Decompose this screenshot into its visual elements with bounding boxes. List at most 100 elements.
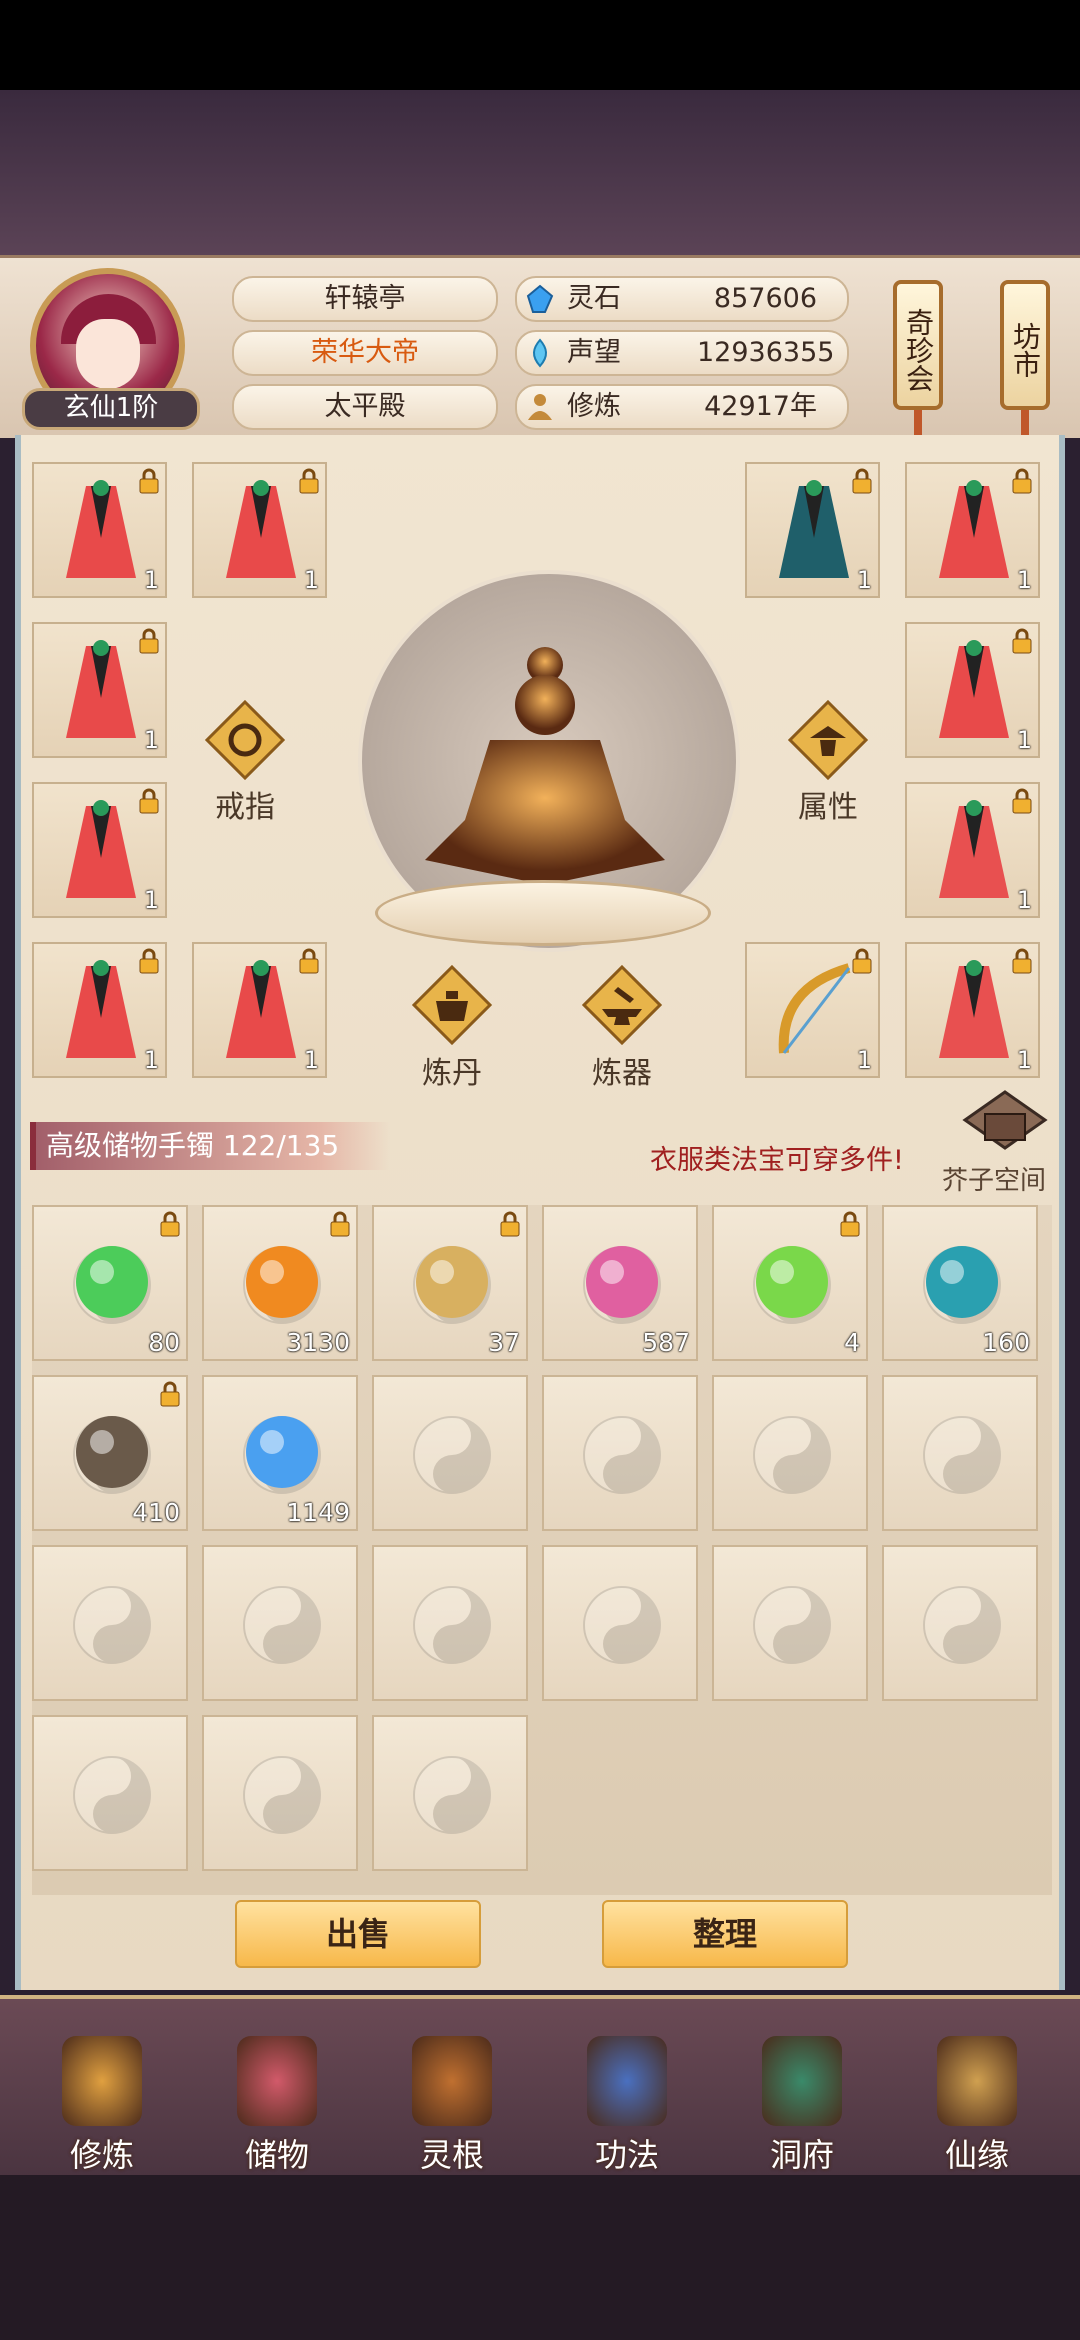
attribute-icon[interactable]: [788, 700, 868, 780]
item-count: 1: [143, 1046, 159, 1074]
equipment-slot[interactable]: 1: [32, 462, 167, 598]
nav-cave[interactable]: 洞府: [742, 2030, 862, 2174]
nav-spirit-root[interactable]: 灵根: [392, 2030, 512, 2174]
bag-empty-slot[interactable]: [542, 1545, 698, 1701]
yin-yang-icon: [753, 1586, 831, 1664]
bag-item[interactable]: 1149: [202, 1375, 358, 1531]
item-count: 1149: [286, 1498, 350, 1527]
equipment-slot[interactable]: 1: [192, 462, 327, 598]
treasure-fair-button[interactable]: 奇珍会: [893, 280, 943, 410]
bag-empty-slot[interactable]: [372, 1375, 528, 1531]
bag-empty-slot[interactable]: [372, 1545, 528, 1701]
alchemy-icon[interactable]: [412, 965, 492, 1045]
equipment-slot[interactable]: 1: [905, 782, 1040, 918]
market-button[interactable]: 坊市: [1000, 280, 1050, 410]
alchemy-label: 炼丹: [422, 1056, 482, 1091]
bag-empty-slot[interactable]: [882, 1545, 1038, 1701]
yin-yang-icon: [413, 1756, 491, 1834]
rank-badge: 玄仙1阶: [22, 388, 200, 430]
bag-item[interactable]: 80: [32, 1205, 188, 1361]
bag-item[interactable]: 4: [712, 1205, 868, 1361]
nav-storage[interactable]: 储物: [217, 2030, 337, 2174]
bag-item-icon: [76, 1416, 148, 1488]
bag-empty-slot[interactable]: [882, 1375, 1038, 1531]
bag-item-icon: [246, 1416, 318, 1488]
spirit-stone-icon: [526, 284, 554, 313]
equipment-slot[interactable]: 1: [32, 782, 167, 918]
resource-reputation: 声望 12936355: [515, 330, 849, 376]
item-count: 160: [982, 1328, 1030, 1357]
bag-item-icon: [76, 1246, 148, 1318]
bag-empty-slot[interactable]: [202, 1715, 358, 1871]
bag-item-icon: [416, 1246, 488, 1318]
item-count: 3130: [286, 1328, 350, 1357]
nav-cultivate[interactable]: 修炼: [42, 2030, 162, 2174]
nav-technique[interactable]: 功法: [567, 2030, 687, 2174]
equipment-slot[interactable]: 1: [192, 942, 327, 1078]
attribute-label: 属性: [798, 790, 858, 825]
nav-fate[interactable]: 仙缘: [917, 2030, 1037, 2174]
spirit-root-icon: [412, 2036, 492, 2126]
equipment-slot[interactable]: 1: [32, 942, 167, 1078]
item-count: 1: [303, 1046, 319, 1074]
equipment-slot[interactable]: 1: [32, 622, 167, 758]
storage-icon: [237, 2036, 317, 2126]
mustard-space-label[interactable]: 芥子空间: [942, 1160, 1046, 1197]
item-count: 1: [1016, 726, 1032, 754]
robe-icon: [779, 480, 849, 578]
item-count: 1: [143, 566, 159, 594]
lock-icon: [852, 468, 872, 494]
avatar-face: [76, 319, 140, 389]
resource-cultivation: 修炼 42917年: [515, 384, 849, 430]
equipment-slot[interactable]: 1: [745, 462, 880, 598]
lock-icon: [330, 1211, 350, 1237]
fate-icon: [937, 2036, 1017, 2126]
bag-empty-slot[interactable]: [202, 1545, 358, 1701]
lock-icon: [139, 948, 159, 974]
equipment-slot[interactable]: 1: [905, 622, 1040, 758]
lock-icon: [160, 1211, 180, 1237]
yin-yang-icon: [73, 1756, 151, 1834]
yin-yang-icon: [73, 1586, 151, 1664]
item-count: 80: [148, 1328, 180, 1357]
item-count: 1: [1016, 886, 1032, 914]
cave-icon: [762, 2036, 842, 2126]
reputation-icon: [533, 338, 547, 368]
sell-button[interactable]: 出售: [235, 1900, 481, 1968]
bag-empty-slot[interactable]: [372, 1715, 528, 1871]
bag-item-icon: [586, 1246, 658, 1318]
equipment-slot[interactable]: 1: [905, 942, 1040, 1078]
top-decoration: [0, 90, 1080, 255]
yin-yang-icon: [583, 1586, 661, 1664]
yin-yang-icon: [923, 1416, 1001, 1494]
yin-yang-icon: [583, 1416, 661, 1494]
item-count: 37: [488, 1328, 520, 1357]
bag-item[interactable]: 37: [372, 1205, 528, 1361]
forge-icon[interactable]: [582, 965, 662, 1045]
resource-spirit-stone: 灵石 857606: [515, 276, 849, 322]
bag-item[interactable]: 587: [542, 1205, 698, 1361]
bag-empty-slot[interactable]: [32, 1545, 188, 1701]
robe-icon: [66, 960, 136, 1058]
bag-empty-slot[interactable]: [32, 1715, 188, 1871]
bag-empty-slot[interactable]: [712, 1375, 868, 1531]
bag-empty-slot[interactable]: [712, 1545, 868, 1701]
item-count: 4: [844, 1328, 860, 1357]
bottom-band: [0, 2175, 1080, 2340]
ring-icon[interactable]: [205, 700, 285, 780]
bag-title: 高级储物手镯 122/135: [30, 1122, 390, 1170]
equipment-slot[interactable]: 1: [745, 942, 880, 1078]
lock-icon: [139, 628, 159, 654]
cultivate-icon: [62, 2036, 142, 2126]
item-count: 1: [1016, 1046, 1032, 1074]
bag-item[interactable]: 3130: [202, 1205, 358, 1361]
meditating-figure-icon: [425, 647, 665, 885]
bag-empty-slot[interactable]: [542, 1375, 698, 1531]
bag-item[interactable]: 160: [882, 1205, 1038, 1361]
sort-button[interactable]: 整理: [602, 1900, 848, 1968]
lock-icon: [500, 1211, 520, 1237]
bag-item[interactable]: 410: [32, 1375, 188, 1531]
cultivation-icon: [528, 394, 552, 420]
equipment-slot[interactable]: 1: [905, 462, 1040, 598]
player-name: 轩辕亭: [232, 276, 498, 322]
